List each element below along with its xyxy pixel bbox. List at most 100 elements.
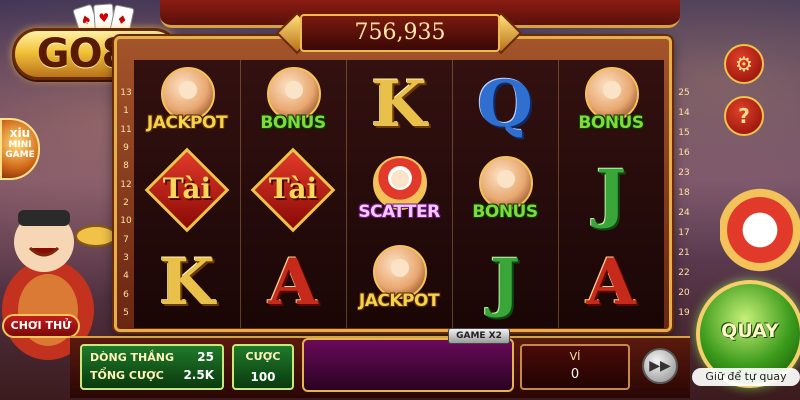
wallet-panel: VÍ 0 — [520, 344, 630, 390]
game-multiplier-badge: GAME X2 — [448, 328, 510, 344]
symbol-letter: A — [268, 245, 318, 321]
wallet-label: VÍ — [569, 350, 581, 363]
symbol-bonus: BONUS — [565, 65, 657, 145]
help-button[interactable]: ? — [724, 96, 764, 136]
payline-number: 6 — [123, 289, 129, 300]
reel-divider — [558, 60, 559, 328]
reel-cell: SCATTER — [346, 149, 452, 238]
lines-bet-panel[interactable]: DÒNG THẮNG 25 TỔNG CƯỢC 2.5K — [80, 344, 224, 390]
payline-number: 4 — [123, 271, 129, 282]
payline-number: 11 — [120, 124, 132, 135]
reel-divider — [452, 60, 453, 328]
symbol-k: K — [353, 65, 445, 145]
character-face — [497, 169, 515, 188]
payline-number: 19 — [678, 308, 690, 318]
reel-cell: K — [134, 239, 240, 328]
mini-game-title: xiu — [9, 126, 31, 140]
winning-lines-value: 25 — [197, 350, 214, 364]
reel-cell: A — [240, 239, 346, 328]
symbol-jackpot: JACKPOT — [141, 65, 233, 145]
payline-number: 5 — [123, 307, 129, 318]
payline-number: 12 — [120, 179, 132, 190]
tai-label: Tài — [268, 171, 318, 205]
reel-cell: J — [452, 239, 558, 328]
symbol-bonus: BONUS — [459, 154, 551, 234]
symbol-letter: K — [371, 66, 427, 142]
symbol-a: A — [565, 243, 657, 323]
reel-cell: BONUS — [240, 60, 346, 149]
bet-value: 100 — [250, 370, 276, 384]
bonus-label: BONUS — [260, 112, 326, 133]
payline-number: 16 — [678, 148, 690, 158]
reel-cell: Tài — [240, 147, 346, 238]
bonus-label: BONUS — [578, 112, 644, 133]
symbol-letter: Q — [477, 66, 533, 142]
fast-forward-button[interactable]: ▶▶ — [642, 348, 678, 384]
payline-number: 22 — [678, 268, 690, 278]
spin-label: QUAY — [721, 320, 779, 342]
reel-cell: Tài — [134, 147, 240, 238]
payline-number: 10 — [120, 216, 132, 227]
reel-grid: JACKPOT BONUS K Q BONUS Tài Tài SCATTER BONUS J K A… — [134, 60, 664, 328]
reel-divider — [346, 60, 347, 328]
reel-cell: J — [558, 149, 664, 238]
settings-button[interactable]: ⚙ — [724, 44, 764, 84]
symbol-bonus: BONUS — [247, 65, 339, 145]
payline-number: 23 — [678, 168, 690, 178]
payline-number: 9 — [123, 142, 129, 153]
payline-number: 17 — [678, 228, 690, 238]
symbol-jackpot: JACKPOT — [353, 243, 445, 323]
character-face — [179, 80, 197, 99]
symbol-scatter: SCATTER — [353, 154, 445, 234]
symbol-tai: Tài — [141, 147, 233, 234]
scatter-label: SCATTER — [358, 201, 440, 222]
payline-number: 13 — [120, 88, 132, 98]
total-bet-label: TỔNG CƯỢC — [90, 369, 164, 382]
reel-cell: Q — [452, 60, 558, 149]
reel-cell: BONUS — [558, 60, 664, 149]
payline-number: 20 — [678, 288, 690, 298]
bet-label: CƯỢC — [245, 350, 281, 363]
total-bet-value: 2.5K — [183, 368, 214, 382]
jackpot-label: JACKPOT — [146, 112, 228, 133]
bet-panel[interactable]: CƯỢC 100 — [232, 344, 294, 390]
payline-number: 21 — [678, 248, 690, 258]
character-face — [285, 80, 303, 99]
symbol-letter: A — [586, 245, 636, 321]
wallet-value: 0 — [570, 367, 580, 382]
symbol-a: A — [247, 243, 339, 323]
gear-icon: ⚙ — [735, 52, 753, 76]
autospin-hint: Giữ để tự quay — [692, 368, 800, 386]
character-face — [603, 80, 621, 99]
payline-number: 15 — [678, 128, 690, 138]
win-panel — [302, 338, 514, 392]
mini-game-subtitle: MINI GAME — [5, 140, 35, 160]
payline-number: 24 — [678, 208, 690, 218]
try-play-button[interactable]: CHƠI THỬ — [2, 314, 80, 338]
symbol-q: Q — [459, 65, 551, 145]
reel-cell: JACKPOT — [134, 60, 240, 149]
symbol-k: K — [141, 243, 233, 323]
winning-lines-label: DÒNG THẮNG — [90, 351, 175, 364]
payline-number: 3 — [123, 252, 129, 263]
character-face — [391, 169, 409, 188]
payline-number: 25 — [678, 88, 690, 98]
paylines-left: 13 1 11 9 8 12 2 10 7 3 4 6 5 — [118, 88, 134, 318]
payline-number: 14 — [678, 108, 690, 118]
symbol-letter: J — [489, 245, 521, 321]
bonus-label: BONUS — [472, 201, 538, 222]
symbol-letter: J — [595, 155, 627, 231]
payline-number: 8 — [123, 161, 129, 172]
reel-cell: JACKPOT — [346, 239, 452, 328]
help-icon: ? — [738, 104, 750, 128]
symbol-j: J — [565, 154, 657, 234]
win-counter: 756,935 — [300, 14, 500, 52]
tai-label: Tài — [162, 171, 212, 205]
fast-forward-icon: ▶▶ — [649, 358, 671, 374]
symbol-letter: K — [159, 245, 215, 321]
reel-cell: K — [346, 60, 452, 149]
reel-cell: BONUS — [452, 149, 558, 238]
symbol-j: J — [459, 243, 551, 323]
reel-cell: A — [558, 239, 664, 328]
payline-number: 7 — [123, 234, 129, 245]
